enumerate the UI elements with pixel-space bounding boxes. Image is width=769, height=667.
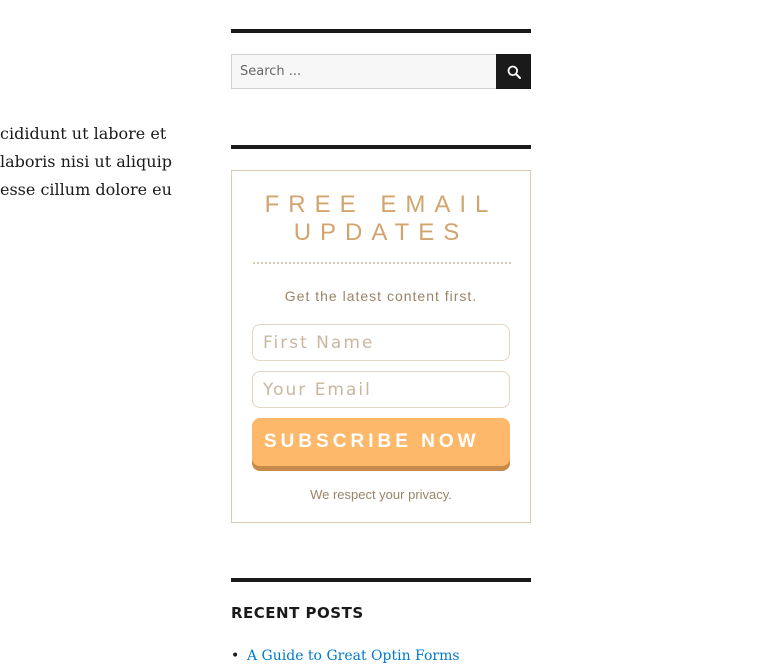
body-text-line: laboris nisi ut aliquip — [0, 152, 172, 171]
recent-posts-divider — [231, 578, 531, 582]
optin-widget-divider — [231, 145, 531, 149]
post-body-text: cididunt ut labore et laboris nisi ut al… — [0, 120, 175, 204]
search-icon — [507, 65, 521, 79]
search-input[interactable] — [231, 54, 496, 89]
recent-post-link[interactable]: A Guide to Great Optin Forms — [247, 648, 460, 664]
email-optin-form: FREE EMAIL UPDATES Get the latest conten… — [231, 170, 531, 523]
search-button[interactable] — [496, 54, 531, 89]
optin-title-line2: UPDATES — [293, 219, 469, 246]
optin-dotted-divider — [253, 262, 511, 264]
list-item: • A Guide to Great Optin Forms — [231, 645, 460, 667]
body-text-line: esse cillum dolore eu — [0, 180, 172, 199]
email-field[interactable] — [252, 371, 510, 408]
optin-subtitle: Get the latest content first. — [284, 288, 478, 304]
subscribe-button[interactable]: SUBSCRIBE NOW — [252, 418, 510, 466]
search-widget-divider — [231, 29, 531, 33]
recent-posts-heading: RECENT POSTS — [231, 604, 364, 622]
recent-posts-list: • A Guide to Great Optin Forms — [231, 645, 460, 667]
bullet-icon: • — [231, 648, 240, 664]
first-name-field[interactable] — [252, 324, 510, 361]
optin-title-line1: FREE EMAIL — [264, 191, 498, 218]
privacy-note: We respect your privacy. — [310, 487, 452, 502]
body-text-line: cididunt ut labore et — [0, 124, 167, 143]
search-form — [231, 54, 531, 89]
